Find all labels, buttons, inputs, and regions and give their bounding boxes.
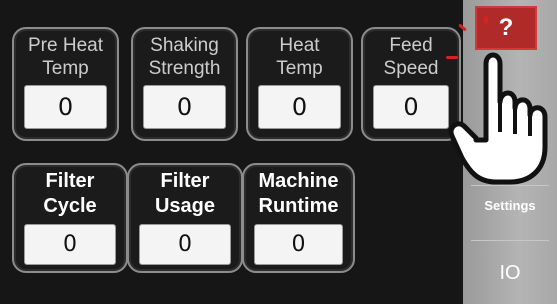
io-button[interactable]: IO bbox=[463, 262, 557, 285]
shaking-strength-label-line1: Shaking bbox=[150, 35, 219, 56]
filter-cycle-value[interactable]: 0 bbox=[24, 224, 116, 265]
pre-heat-temp-label: Pre Heat Temp bbox=[14, 34, 117, 80]
feed-speed-label-line2: Speed bbox=[383, 58, 439, 79]
pre-heat-temp-label-line1: Pre Heat bbox=[28, 35, 103, 56]
sidebar-divider bbox=[471, 240, 549, 241]
machine-runtime-label-line1: Machine bbox=[258, 170, 339, 192]
filter-cycle-tile[interactable]: Filter Cycle 0 bbox=[12, 163, 128, 273]
machine-runtime-tile[interactable]: Machine Runtime 0 bbox=[242, 163, 355, 273]
hand-pointer-icon bbox=[448, 52, 548, 185]
machine-runtime-label-line2: Runtime bbox=[258, 195, 339, 217]
shaking-strength-tile[interactable]: Shaking Strength 0 bbox=[131, 27, 238, 141]
shaking-strength-label: Shaking Strength bbox=[133, 34, 236, 80]
filter-usage-label: Filter Usage bbox=[129, 169, 241, 219]
filter-cycle-label-line1: Filter bbox=[45, 170, 95, 192]
filter-usage-label-line1: Filter bbox=[160, 170, 210, 192]
heat-temp-label-line2: Temp bbox=[276, 58, 323, 79]
shaking-strength-value[interactable]: 0 bbox=[143, 85, 226, 129]
feed-speed-tile[interactable]: Feed Speed 0 bbox=[361, 27, 461, 141]
feed-speed-label: Feed Speed bbox=[363, 34, 459, 80]
feed-speed-label-line1: Feed bbox=[389, 35, 433, 56]
heat-temp-label-line1: Heat bbox=[279, 35, 320, 56]
settings-button[interactable]: Settings bbox=[463, 198, 557, 213]
machine-runtime-value[interactable]: 0 bbox=[254, 224, 343, 265]
parameter-panel: Pre Heat Temp 0 Shaking Strength 0 Heat … bbox=[0, 0, 463, 304]
filter-cycle-label: Filter Cycle bbox=[14, 169, 126, 219]
pre-heat-temp-tile[interactable]: Pre Heat Temp 0 bbox=[12, 27, 119, 141]
shaking-strength-label-line2: Strength bbox=[148, 58, 221, 79]
heat-temp-label: Heat Temp bbox=[248, 34, 351, 80]
machine-runtime-label: Machine Runtime bbox=[244, 169, 353, 219]
heat-temp-value[interactable]: 0 bbox=[258, 85, 341, 129]
filter-usage-tile[interactable]: Filter Usage 0 bbox=[127, 163, 243, 273]
filter-usage-value[interactable]: 0 bbox=[139, 224, 231, 265]
feed-speed-value[interactable]: 0 bbox=[373, 85, 449, 129]
filter-usage-label-line2: Usage bbox=[154, 195, 216, 217]
filter-cycle-label-line2: Cycle bbox=[43, 195, 97, 217]
pre-heat-temp-value[interactable]: 0 bbox=[24, 85, 107, 129]
heat-temp-tile[interactable]: Heat Temp 0 bbox=[246, 27, 353, 141]
pre-heat-temp-label-line2: Temp bbox=[42, 58, 89, 79]
